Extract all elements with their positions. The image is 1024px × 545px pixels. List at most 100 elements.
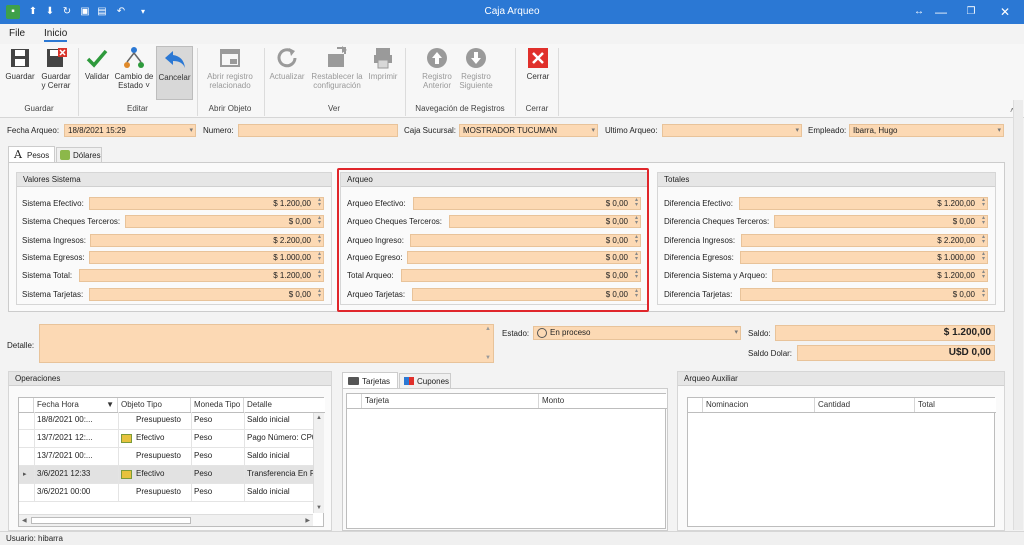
grid-hscroll[interactable]: ◀ ▶ <box>19 514 313 526</box>
sistema-tarjetas-field[interactable]: $ 0,00 ▴ ▾ <box>89 288 324 301</box>
close-window-button[interactable]: ✕ <box>990 3 1020 21</box>
guardar-button[interactable]: Guardar <box>4 46 36 104</box>
arqueo-tarjetas-field[interactable]: $ 0,00 ▴ ▾ <box>412 288 641 301</box>
row-indicator-header <box>688 398 703 412</box>
table-row[interactable]: 3/6/2021 00:00 Presupuesto Peso Saldo in… <box>19 484 313 501</box>
scroll-down-icon: ▼ <box>316 505 322 511</box>
tab-file[interactable]: File <box>9 28 25 39</box>
ribbon-separator <box>78 48 79 116</box>
total-arqueo-field[interactable]: $ 0,00 ▴ ▾ <box>401 269 641 282</box>
dif-sistema-arqueo-field[interactable]: $ 1.200,00 ▴ ▾ <box>772 269 988 282</box>
dif-egresos-field[interactable]: $ 1.000,00 ▴ ▾ <box>740 251 988 264</box>
dif-ingresos-field[interactable]: $ 2.200,00 ▴ ▾ <box>741 234 988 247</box>
validar-button[interactable]: Validar <box>82 46 112 104</box>
arqueo-cheques-field[interactable]: $ 0,00 ▴ ▾ <box>449 215 641 228</box>
arrow-down-circle-icon <box>466 48 486 68</box>
col-moneda-tipo[interactable]: Moneda Tipo <box>191 398 244 412</box>
tab-cupones[interactable]: Cupones <box>399 373 451 388</box>
col-nominacion[interactable]: Nominacion <box>703 398 815 412</box>
cambio-label-2: Estado <box>118 81 143 90</box>
siguiente-label-2: Siguiente <box>459 81 493 90</box>
dif-efectivo-field[interactable]: $ 1.200,00 ▴ ▾ <box>739 197 988 210</box>
caja-select[interactable]: MOSTRADOR TUCUMAN ▾ <box>459 124 598 137</box>
registro-anterior-button[interactable]: Registro Anterior <box>418 46 456 104</box>
cambio-estado-button[interactable]: Cambio de Estado ˅ <box>114 46 154 104</box>
restablecer-label-2: configuración <box>313 81 361 90</box>
table-row[interactable]: 18/8/2021 00:... Presupuesto Peso Saldo … <box>19 412 313 429</box>
window-title: Caja Arqueo <box>484 6 540 17</box>
auxiliar-title: Arqueo Auxiliar <box>678 372 1004 386</box>
numero-input[interactable] <box>238 124 398 137</box>
guardar-cerrar-button[interactable]: Guardar y Cerrar <box>38 46 74 104</box>
empleado-select[interactable]: Ibarra, Hugo ▾ <box>849 124 1004 137</box>
abrir-registro-button[interactable]: Abrir registro relacionado <box>202 46 258 104</box>
imprimir-button[interactable]: Imprimir <box>367 46 399 104</box>
sistema-total-field[interactable]: $ 1.200,00 ▴ ▾ <box>79 269 324 282</box>
sistema-efectivo-field[interactable]: $ 1.200,00 ▴ ▾ <box>89 197 324 210</box>
col-fecha-hora[interactable]: Fecha Hora ▼ <box>34 398 118 412</box>
dif-tarjetas-field[interactable]: $ 0,00 ▴ ▾ <box>740 288 988 301</box>
scroll-down-icon[interactable]: ▼ <box>485 355 491 361</box>
sistema-egresos-field[interactable]: $ 1.000,00 ▴ ▾ <box>89 251 324 264</box>
col-cantidad[interactable]: Cantidad <box>815 398 915 412</box>
tab-tarjetas[interactable]: Tarjetas <box>342 372 398 389</box>
detalle-textarea[interactable]: ▲ ▼ <box>39 324 494 363</box>
col-monto[interactable]: Monto <box>539 394 667 408</box>
tab-dolares[interactable]: Dólares <box>56 147 102 162</box>
col-objeto-tipo[interactable]: Objeto Tipo <box>118 398 191 412</box>
col-detalle[interactable]: Detalle <box>244 398 325 412</box>
arqueo-ingreso-field[interactable]: $ 0,00 ▴ ▾ <box>410 234 641 247</box>
arqueo-cheques-label: Arqueo Cheques Terceros: <box>347 217 443 226</box>
cell-fecha: 13/7/2021 12:... <box>37 433 93 442</box>
abrir-label-1: Abrir registro <box>207 72 253 81</box>
fecha-label: Fecha Arqueo: <box>7 126 60 135</box>
restablecer-button[interactable]: Restablecer la configuración <box>308 46 366 104</box>
arqueo-efectivo-field[interactable]: $ 0,00 ▴ ▾ <box>413 197 641 210</box>
tarjetas-grid: Tarjeta Monto <box>346 393 667 529</box>
table-row-selected[interactable]: ▸ 3/6/2021 12:33 Efectivo Peso Transfere… <box>19 466 313 483</box>
chevron-down-icon: ▾ <box>591 127 595 134</box>
scroll-up-icon[interactable]: ▲ <box>485 326 491 332</box>
grid-vscroll[interactable]: ▲ ▼ <box>313 413 324 513</box>
fecha-input[interactable]: 18/8/2021 15:29 ▾ <box>64 124 196 137</box>
cell-tipo: Presupuesto <box>136 451 181 460</box>
vertical-scrollbar[interactable] <box>1013 100 1023 530</box>
registro-siguiente-button[interactable]: Registro Siguiente <box>456 46 496 104</box>
sistema-cheques-field[interactable]: $ 0,00 ▴ ▾ <box>125 215 324 228</box>
restore-button[interactable]: ❐ <box>956 3 986 21</box>
estado-select[interactable]: En proceso ▾ <box>533 326 741 340</box>
sistema-ingresos-field[interactable]: $ 2.200,00 ▴ ▾ <box>90 234 324 247</box>
table-row[interactable]: 13/7/2021 00:... Presupuesto Peso Saldo … <box>19 448 313 465</box>
cerrar-button[interactable]: Cerrar <box>522 46 554 104</box>
arqueo-egreso-field[interactable]: $ 0,00 ▴ ▾ <box>407 251 641 264</box>
row-indicator-header <box>347 394 362 408</box>
cancelar-button[interactable]: Cancelar <box>156 46 193 100</box>
actualizar-button[interactable]: Actualizar <box>268 46 306 104</box>
check-icon <box>86 49 108 68</box>
table-row[interactable]: 13/7/2021 12:... Efectivo Peso Pago Núme… <box>19 430 313 447</box>
col-tarjeta[interactable]: Tarjeta <box>362 394 539 408</box>
col-total[interactable]: Total <box>915 398 996 412</box>
dif-efectivo-label: Diferencia Efectivo: <box>664 199 733 208</box>
tab-tarjetas-label: Tarjetas <box>362 377 391 386</box>
workflow-icon <box>124 47 144 68</box>
chevron-down-icon: ▾ <box>189 127 193 134</box>
spin-icon: ▴ ▾ <box>317 197 321 208</box>
minimize-button[interactable]: — <box>926 3 956 21</box>
cell-fecha: 18/8/2021 00:... <box>37 415 93 424</box>
group-abrir: Abrir Objeto <box>208 104 252 113</box>
arqueo-efectivo-label: Arqueo Efectivo: <box>347 199 406 208</box>
scroll-thumb <box>31 517 191 524</box>
row-pointer-icon: ▸ <box>23 471 27 478</box>
totales-title: Totales <box>658 173 995 187</box>
cell-fecha: 3/6/2021 00:00 <box>37 487 91 496</box>
tab-pesos[interactable]: A Pesos <box>8 146 55 163</box>
spin-icon: ▴ ▾ <box>634 197 638 208</box>
valores-title: Valores Sistema <box>17 173 331 187</box>
spin-icon: ▴ ▾ <box>981 288 985 299</box>
arrow-up-circle-icon <box>427 48 447 68</box>
status-bar: Usuario: hibarra <box>0 531 1024 545</box>
tab-inicio[interactable]: Inicio <box>44 28 68 42</box>
dif-cheques-field[interactable]: $ 0,00 ▴ ▾ <box>774 215 988 228</box>
ultimo-input[interactable]: ▾ <box>662 124 802 137</box>
